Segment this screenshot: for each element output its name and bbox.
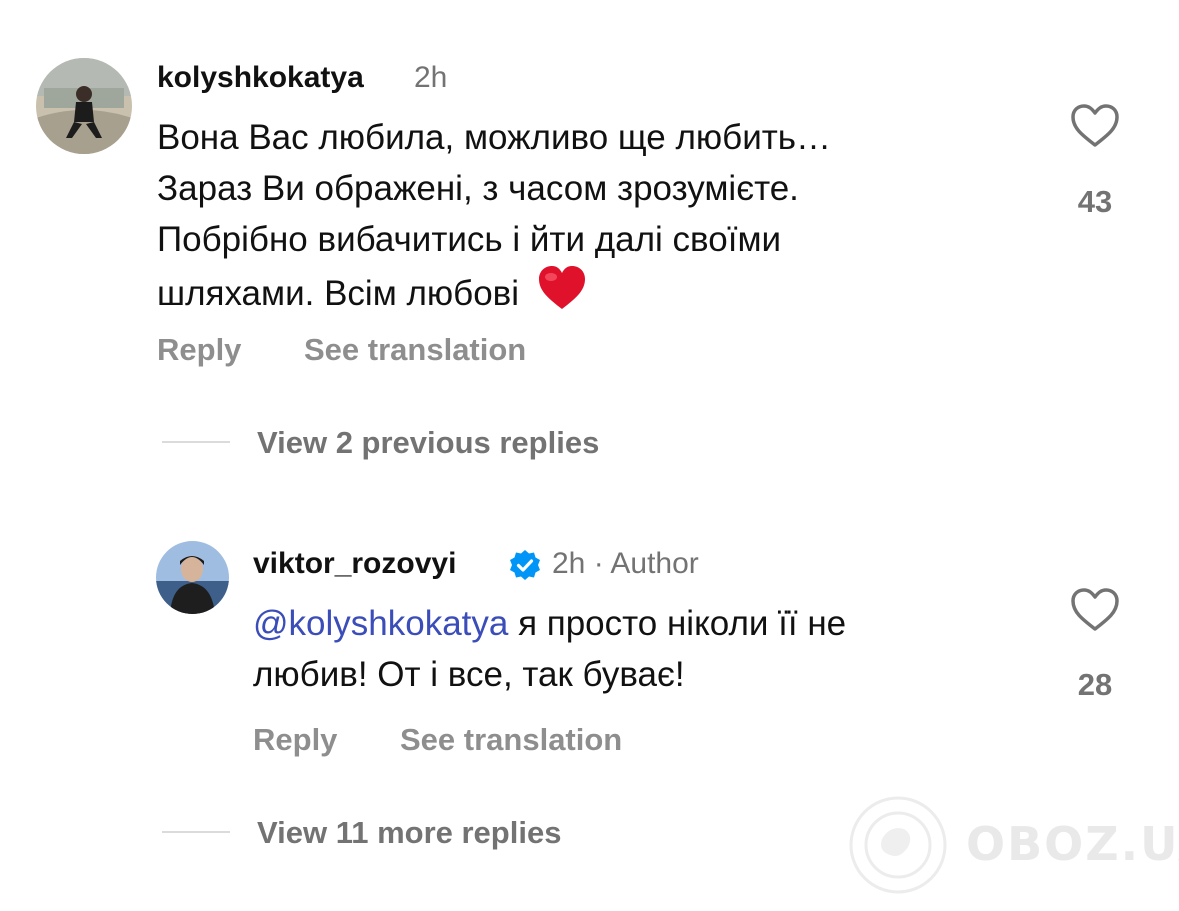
avatar-photo: [36, 58, 132, 154]
mention-link[interactable]: @kolyshkokatya: [253, 604, 508, 643]
verified-badge-icon: [508, 549, 542, 588]
reply-time-author: 2h · Author: [552, 547, 699, 580]
replies-divider: [162, 441, 230, 443]
reply-line-text: я просто ніколи її не: [508, 604, 847, 643]
view-more-replies-button[interactable]: View 11 more replies: [257, 815, 561, 851]
like-button[interactable]: [1070, 103, 1120, 154]
reply-like-count: 28: [1077, 667, 1113, 702]
avatar-photo: [156, 541, 229, 614]
reply-text: @kolyshkokatya я просто ніколи її не люб…: [253, 598, 1053, 700]
comment-line-text: шляхами. Всім любові: [157, 274, 520, 313]
heart-emoji-icon: [537, 265, 587, 325]
reply-button[interactable]: Reply: [157, 332, 241, 368]
avatar-kolyshkokatya[interactable]: [36, 58, 132, 154]
replies-divider: [162, 831, 230, 833]
like-count: 43: [1077, 184, 1113, 219]
heart-outline-icon: [1071, 104, 1119, 147]
watermark-logo-icon: [848, 795, 948, 900]
comment-text: Вона Вас любила, можливо ще любить… Зара…: [157, 112, 1037, 325]
reply-line: @kolyshkokatya я просто ніколи її не: [253, 598, 1053, 649]
comment-time: 2h: [414, 61, 448, 94]
view-previous-replies-button[interactable]: View 2 previous replies: [257, 425, 599, 461]
reply-like-button[interactable]: [1070, 587, 1120, 638]
reply-username[interactable]: viktor_rozovyi: [253, 547, 456, 581]
heart-outline-icon: [1071, 588, 1119, 631]
comment-username[interactable]: kolyshkokatya: [157, 61, 364, 95]
comment-line: Вона Вас любила, можливо ще любить…: [157, 118, 832, 157]
comment-line: Зараз Ви ображені, з часом зрозумієте.: [157, 169, 799, 208]
comment-line: Побрібно вибачитись і йти далі своїми: [157, 220, 782, 259]
reply-line: любив! От і все, так буває!: [253, 655, 685, 694]
reply-see-translation-button[interactable]: See translation: [400, 722, 622, 758]
reply-reply-button[interactable]: Reply: [253, 722, 337, 758]
see-translation-button[interactable]: See translation: [304, 332, 526, 368]
avatar-viktor-rozovyi[interactable]: [156, 541, 229, 614]
watermark: OBOZ.UA: [966, 817, 1179, 871]
comment-line: шляхами. Всім любові: [157, 265, 1037, 325]
